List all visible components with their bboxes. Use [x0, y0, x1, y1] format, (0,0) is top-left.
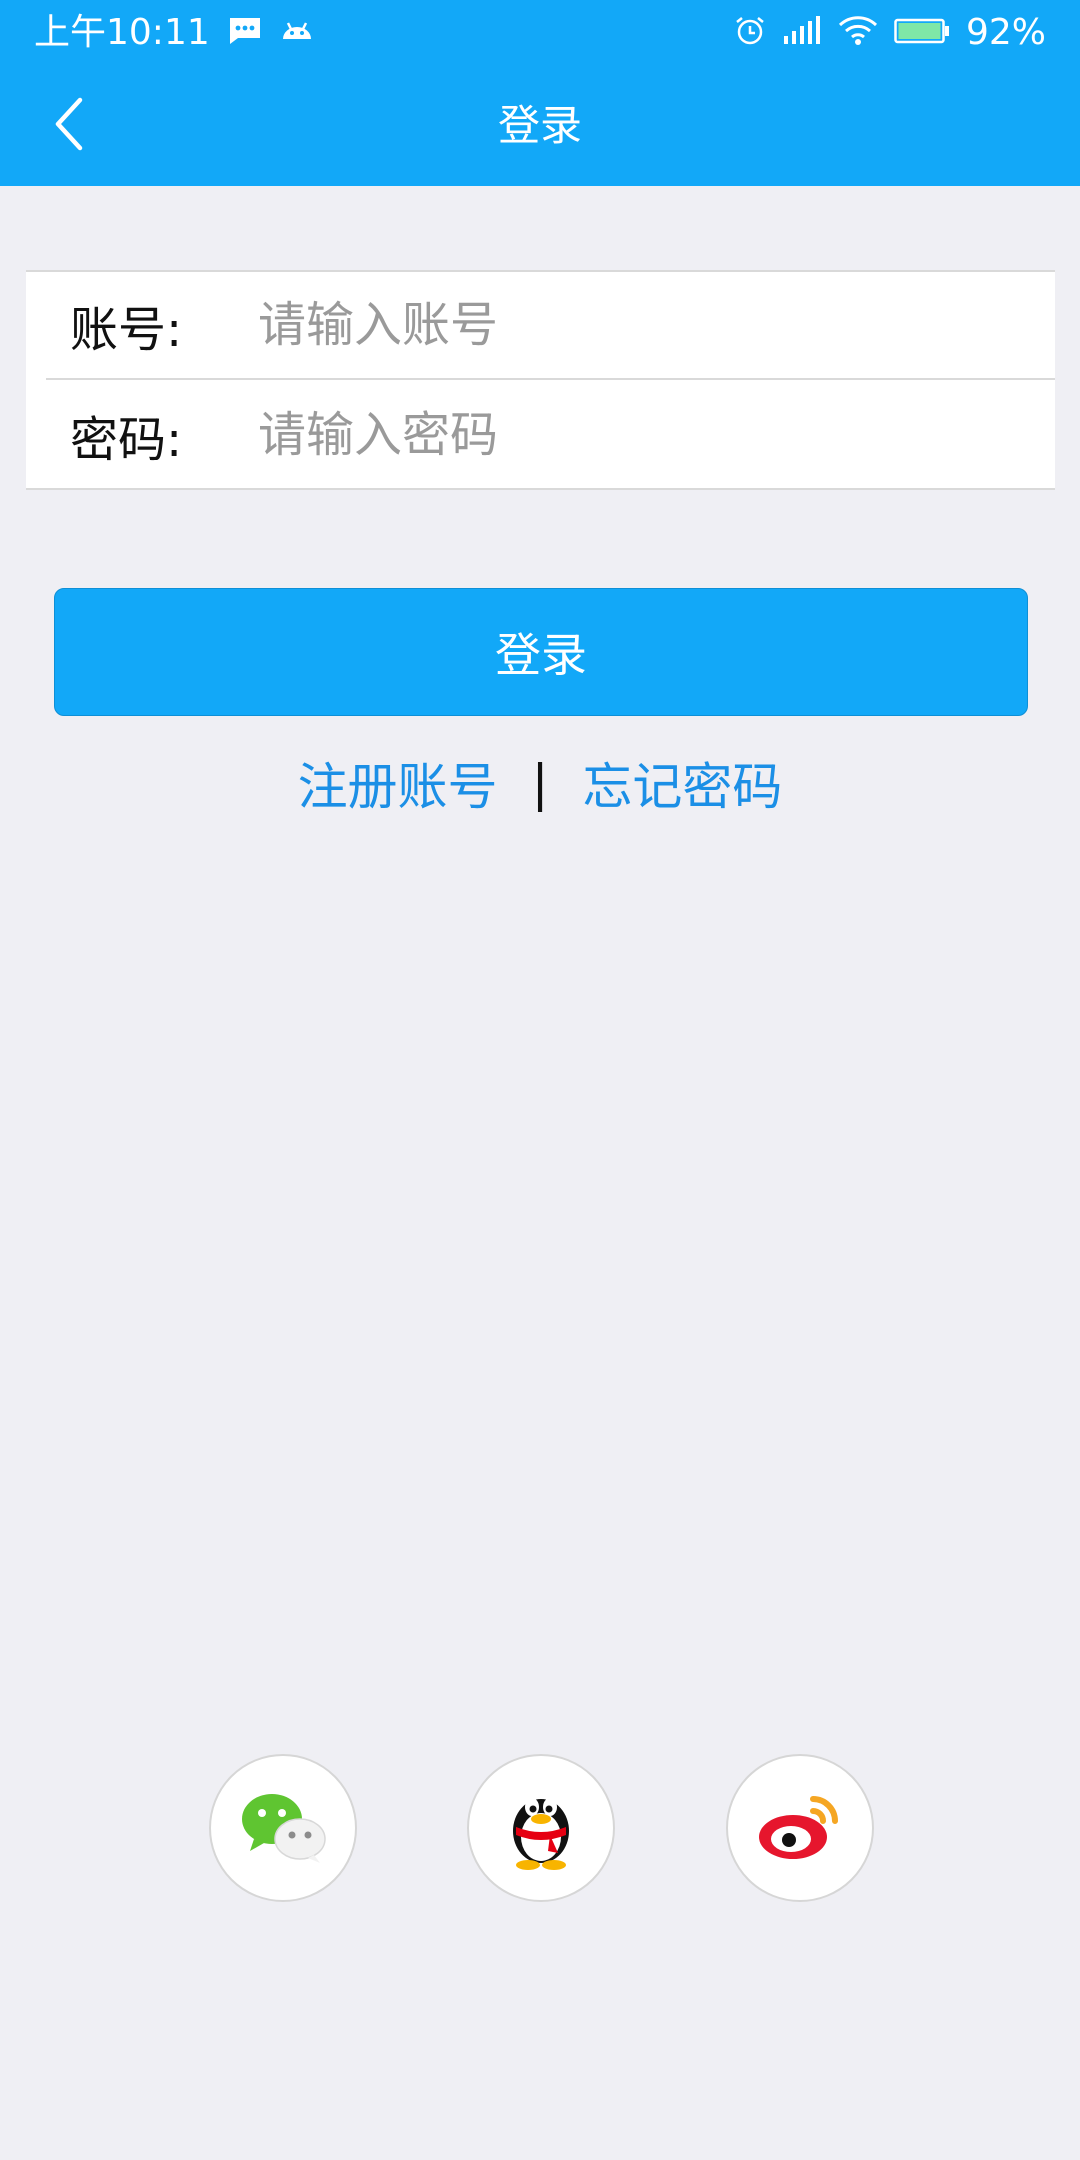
account-row: 账号: [26, 272, 1055, 378]
weibo-login-button[interactable] [726, 1754, 874, 1902]
battery-icon [894, 17, 950, 49]
password-input[interactable] [256, 394, 1020, 476]
status-bar: 上午10:11 92% [0, 0, 1080, 66]
battery-percentage: 92% [965, 12, 1046, 53]
account-label: 账号: [70, 302, 183, 358]
password-label: 密码: [70, 412, 183, 468]
account-input[interactable] [256, 284, 1020, 366]
status-right: 92% [734, 8, 1046, 58]
status-left: 上午10:11 [34, 8, 314, 58]
status-time: 上午10:11 [34, 12, 210, 53]
wechat-login-button[interactable] [209, 1754, 357, 1902]
link-separator: | [531, 754, 549, 812]
account-links: 注册账号 | 忘记密码 [0, 748, 1080, 818]
page-title: 登录 [497, 101, 582, 150]
login-form: 账号: 密码: [26, 270, 1055, 490]
back-button[interactable] [30, 88, 106, 164]
register-link[interactable]: 注册账号 [298, 747, 498, 819]
app-bar: 登录 [0, 66, 1080, 186]
social-login [0, 1754, 1080, 1904]
signal-icon [782, 16, 822, 50]
alarm-icon [734, 15, 766, 51]
password-row: 密码: [26, 382, 1055, 488]
weibo-icon [755, 1789, 845, 1867]
android-icon [280, 17, 314, 49]
qq-icon [498, 1781, 584, 1875]
message-icon [228, 16, 262, 50]
row-divider [46, 378, 1055, 380]
login-button[interactable]: 登录 [54, 588, 1028, 716]
wechat-icon [238, 1789, 328, 1867]
chevron-left-icon [50, 96, 86, 156]
wifi-icon [838, 16, 878, 50]
qq-login-button[interactable] [467, 1754, 615, 1902]
forgot-password-link[interactable]: 忘记密码 [582, 747, 782, 819]
